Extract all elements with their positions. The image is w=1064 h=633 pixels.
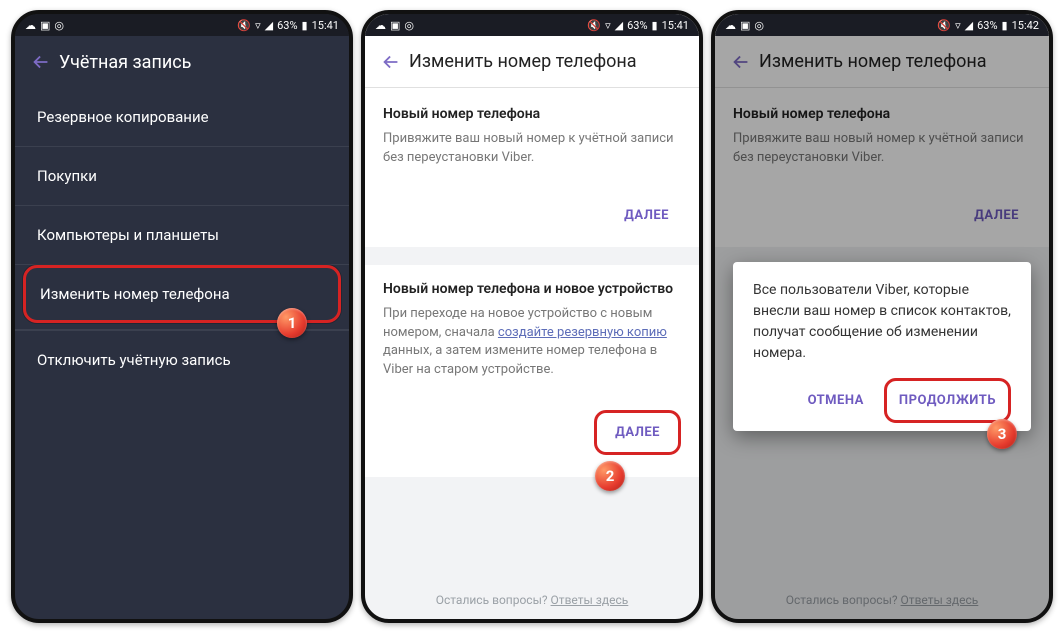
battery-icon: ▮ [652, 19, 658, 32]
signal-icon: ◢ [265, 19, 273, 32]
battery-percent: 63% [277, 19, 297, 32]
continue-button-highlight: ПРОДОЛЖИТЬ [884, 378, 1011, 423]
menu-item-devices[interactable]: Компьютеры и планшеты [15, 205, 349, 264]
photo-icon: ▣ [390, 19, 400, 32]
confirm-dialog: Все пользователи Viber, которые внесли в… [733, 262, 1031, 431]
card-new-number-device: Новый номер телефона и новое устройство … [365, 265, 699, 396]
dialog-text: Все пользователи Viber, которые внесли в… [753, 280, 1011, 364]
phone-screen-1: ☁ ▣ ◎ 🔇 ▿ ◢ 63% ▮ 15:41 Учётная запись Р… [11, 10, 353, 623]
step-badge-3: 3 [987, 419, 1017, 449]
status-time: 15:41 [662, 19, 689, 32]
mute-icon: 🔇 [587, 19, 601, 32]
menu-item-label: Изменить номер телефона [40, 285, 230, 303]
status-bar: ☁ ▣ ◎ 🔇 ▿ ◢ 63% ▮ 15:41 [15, 14, 349, 36]
footer-help: Остались вопросы? Ответы здесь [365, 593, 699, 607]
card-heading: Новый номер телефона [383, 106, 681, 122]
battery-percent: 63% [627, 19, 647, 32]
next-button-highlight: ДАЛЕЕ [594, 410, 681, 455]
create-backup-link[interactable]: создайте резервную копию [498, 325, 667, 340]
next-button[interactable]: ДАЛЕЕ [612, 198, 681, 233]
phone-screen-3: ☁ ▣ ◎ 🔇 ▿ ◢ 63% ▮ 15:42 Изменить номер т… [711, 10, 1053, 623]
status-time: 15:42 [1012, 19, 1039, 32]
app-bar: Учётная запись [15, 36, 349, 88]
page-title: Учётная запись [59, 52, 191, 73]
viber-icon: ◎ [54, 19, 64, 32]
step-badge-1: 1 [277, 308, 307, 338]
wifi-icon: ▿ [605, 19, 611, 32]
menu-item-backup[interactable]: Резервное копирование [15, 88, 349, 146]
battery-percent: 63% [977, 19, 997, 32]
status-bar: ☁ ▣ ◎ 🔇 ▿ ◢ 63% ▮ 15:41 [365, 14, 699, 36]
cloud-icon: ☁ [375, 19, 386, 32]
card-new-number: Новый номер телефона Привяжите ваш новый… [365, 88, 699, 184]
page-title: Изменить номер телефона [409, 51, 637, 72]
mute-icon: 🔇 [937, 19, 951, 32]
footer-text: Остались вопросы? [436, 593, 551, 607]
phone-screen-2: ☁ ▣ ◎ 🔇 ▿ ◢ 63% ▮ 15:41 Изменить номер т… [361, 10, 703, 623]
status-bar: ☁ ▣ ◎ 🔇 ▿ ◢ 63% ▮ 15:42 [715, 14, 1049, 36]
card-action-row: ДАЛЕЕ [365, 184, 699, 247]
viber-icon: ◎ [404, 19, 414, 32]
card-heading: Новый номер телефона и новое устройство [383, 281, 681, 297]
content: Новый номер телефона Привяжите ваш новый… [365, 88, 699, 619]
signal-icon: ◢ [965, 19, 973, 32]
desc-text: данных, а затем измените номер телефона … [383, 343, 657, 377]
card-action-row: ДАЛЕЕ 2 [365, 396, 699, 477]
cloud-icon: ☁ [725, 19, 736, 32]
next-button[interactable]: ДАЛЕЕ [599, 415, 676, 450]
wifi-icon: ▿ [255, 19, 261, 32]
back-icon[interactable] [23, 44, 59, 80]
card-desc: При переходе на новое устройство с новым… [383, 305, 681, 380]
app-bar: Изменить номер телефона [365, 36, 699, 88]
wifi-icon: ▿ [955, 19, 961, 32]
cancel-button[interactable]: ОТМЕНА [796, 383, 876, 418]
status-time: 15:41 [312, 19, 339, 32]
step-badge-2: 2 [595, 461, 625, 491]
signal-icon: ◢ [615, 19, 623, 32]
battery-icon: ▮ [302, 19, 308, 32]
answers-link[interactable]: Ответы здесь [551, 593, 629, 607]
card-desc: Привяжите ваш новый номер к учётной запи… [383, 130, 681, 168]
continue-button[interactable]: ПРОДОЛЖИТЬ [889, 383, 1006, 418]
photo-icon: ▣ [40, 19, 50, 32]
menu-item-purchases[interactable]: Покупки [15, 146, 349, 205]
cloud-icon: ☁ [25, 19, 36, 32]
battery-icon: ▮ [1002, 19, 1008, 32]
menu-list: Резервное копирование Покупки Компьютеры… [15, 88, 349, 619]
photo-icon: ▣ [740, 19, 750, 32]
menu-item-disconnect[interactable]: Отключить учётную запись [15, 330, 349, 389]
mute-icon: 🔇 [237, 19, 251, 32]
back-icon[interactable] [373, 44, 409, 80]
viber-icon: ◎ [754, 19, 764, 32]
